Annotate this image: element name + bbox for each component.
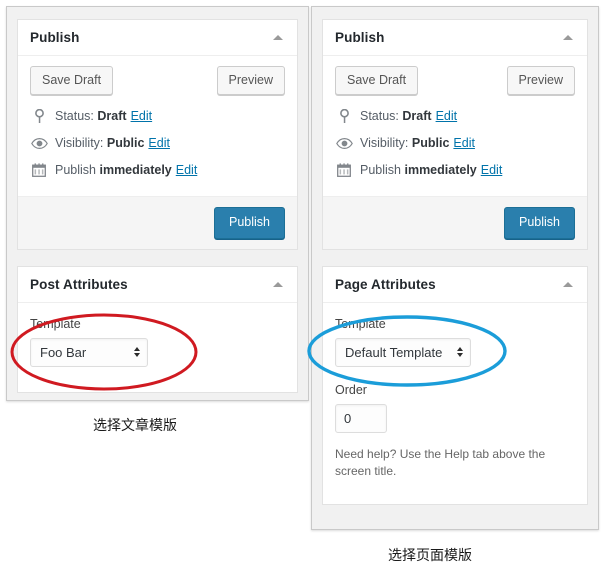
status-edit-link-post[interactable]: Edit — [131, 109, 153, 123]
triangle-up-icon[interactable] — [273, 35, 283, 40]
publish-date-row-text-page: Publish immediately Edit — [360, 163, 502, 177]
status-row-post: Status: Draft Edit — [30, 103, 285, 130]
major-publishing-actions-page: Publish — [323, 196, 587, 249]
publish-date-edit-link-post[interactable]: Edit — [176, 163, 198, 177]
post-status-pin-icon — [30, 108, 48, 124]
triangle-up-icon[interactable] — [563, 35, 573, 40]
post-attributes-header[interactable]: Post Attributes — [18, 267, 297, 303]
misc-publishing-actions-page: Status: Draft Edit Visibility: Public Edit — [335, 103, 575, 184]
page-attributes-help-text: Need help? Use the Help tab above the sc… — [335, 446, 546, 478]
visibility-value-page: Public — [411, 136, 450, 151]
calendar-icon — [30, 162, 48, 178]
publish-button[interactable]: Publish — [504, 207, 575, 239]
publish-metabox-page: Publish Save Draft Preview Status: Draft… — [322, 19, 588, 250]
publish-metabox-header-page[interactable]: Publish — [323, 20, 587, 56]
status-value-page: Draft — [402, 109, 432, 124]
select-stepper-icon — [457, 347, 463, 357]
preview-button[interactable]: Preview — [506, 66, 575, 96]
publish-date-row-text-post: Publish immediately Edit — [55, 163, 197, 177]
visibility-row-post: Visibility: Public Edit — [30, 130, 285, 157]
caption-page-template: 选择页面模版 — [388, 548, 472, 564]
minor-publishing-actions-post: Save Draft Preview — [30, 66, 285, 96]
visibility-edit-link-page[interactable]: Edit — [453, 136, 475, 150]
save-draft-button[interactable]: Save Draft — [335, 66, 419, 96]
publish-date-prefix-post: Publish — [55, 163, 96, 178]
template-select-page[interactable]: Default Template — [335, 337, 471, 367]
publish-metabox-body-page: Save Draft Preview Status: Draft Edit Vi… — [323, 56, 587, 196]
template-select-value-page: Default Template — [345, 344, 443, 360]
status-edit-link-page[interactable]: Edit — [436, 109, 458, 123]
post-attributes-body: Template Foo Bar — [18, 303, 297, 392]
template-label-page: Template — [335, 316, 386, 331]
triangle-up-icon[interactable] — [273, 281, 283, 287]
post-attributes-title: Post Attributes — [30, 276, 128, 292]
status-prefix-page: Status: — [360, 109, 399, 124]
publish-metabox-post: Publish Save Draft Preview Status: Draft… — [17, 19, 298, 250]
page-attributes-header[interactable]: Page Attributes — [323, 267, 587, 303]
publish-date-row-page: Publish immediately Edit — [335, 157, 575, 184]
visibility-row-text-post: Visibility: Public Edit — [55, 136, 170, 150]
publish-metabox-title-post: Publish — [30, 30, 80, 45]
post-attributes-metabox: Post Attributes Template Foo Bar — [17, 265, 298, 393]
visibility-prefix-page: Visibility: — [360, 136, 409, 151]
publish-date-prefix-page: Publish — [360, 163, 401, 178]
visibility-value-post: Public — [106, 136, 145, 151]
post-editor-screenshot: Publish Save Draft Preview Status: Draft… — [6, 6, 309, 401]
status-value-post: Draft — [97, 109, 127, 124]
order-input[interactable] — [335, 403, 387, 433]
status-prefix-post: Status: — [55, 109, 94, 124]
template-select-value-post: Foo Bar — [40, 344, 87, 360]
page-attributes-title: Page Attributes — [335, 276, 436, 292]
status-row-text-page: Status: Draft Edit — [360, 109, 457, 123]
select-stepper-icon — [134, 347, 140, 357]
preview-button[interactable]: Preview — [216, 66, 285, 96]
save-draft-button[interactable]: Save Draft — [30, 66, 114, 96]
page-editor-screenshot: Publish Save Draft Preview Status: Draft… — [311, 6, 599, 530]
triangle-up-icon[interactable] — [563, 281, 573, 287]
major-publishing-actions-post: Publish — [18, 196, 297, 249]
misc-publishing-actions-post: Status: Draft Edit Visibility: Public Edit — [30, 103, 285, 184]
template-label-post: Template — [30, 316, 81, 331]
publish-metabox-body-post: Save Draft Preview Status: Draft Edit Vi… — [18, 56, 297, 196]
order-label: Order — [335, 382, 367, 397]
visibility-row-text-page: Visibility: Public Edit — [360, 136, 475, 150]
visibility-eye-icon — [335, 135, 353, 151]
template-select-post[interactable]: Foo Bar — [30, 337, 148, 367]
page-attributes-metabox: Page Attributes Template Default Templat… — [322, 265, 588, 506]
publish-metabox-title-page: Publish — [335, 30, 385, 45]
publish-date-row-post: Publish immediately Edit — [30, 157, 285, 184]
post-status-pin-icon — [335, 108, 353, 124]
publish-date-edit-link-page[interactable]: Edit — [481, 163, 503, 177]
visibility-prefix-post: Visibility: — [55, 136, 104, 151]
status-row-page: Status: Draft Edit — [335, 103, 575, 130]
calendar-icon — [335, 162, 353, 178]
visibility-eye-icon — [30, 135, 48, 151]
publish-button[interactable]: Publish — [214, 207, 285, 239]
caption-post-template: 选择文章模版 — [93, 418, 177, 434]
minor-publishing-actions-page: Save Draft Preview — [335, 66, 575, 96]
visibility-row-page: Visibility: Public Edit — [335, 130, 575, 157]
status-row-text-post: Status: Draft Edit — [55, 109, 152, 123]
page-attributes-body: Template Default Template Order Need hel… — [323, 303, 587, 505]
publish-date-value-page: immediately — [404, 163, 477, 178]
visibility-edit-link-post[interactable]: Edit — [148, 136, 170, 150]
publish-date-value-post: immediately — [99, 163, 172, 178]
publish-metabox-header-post[interactable]: Publish — [18, 20, 297, 56]
